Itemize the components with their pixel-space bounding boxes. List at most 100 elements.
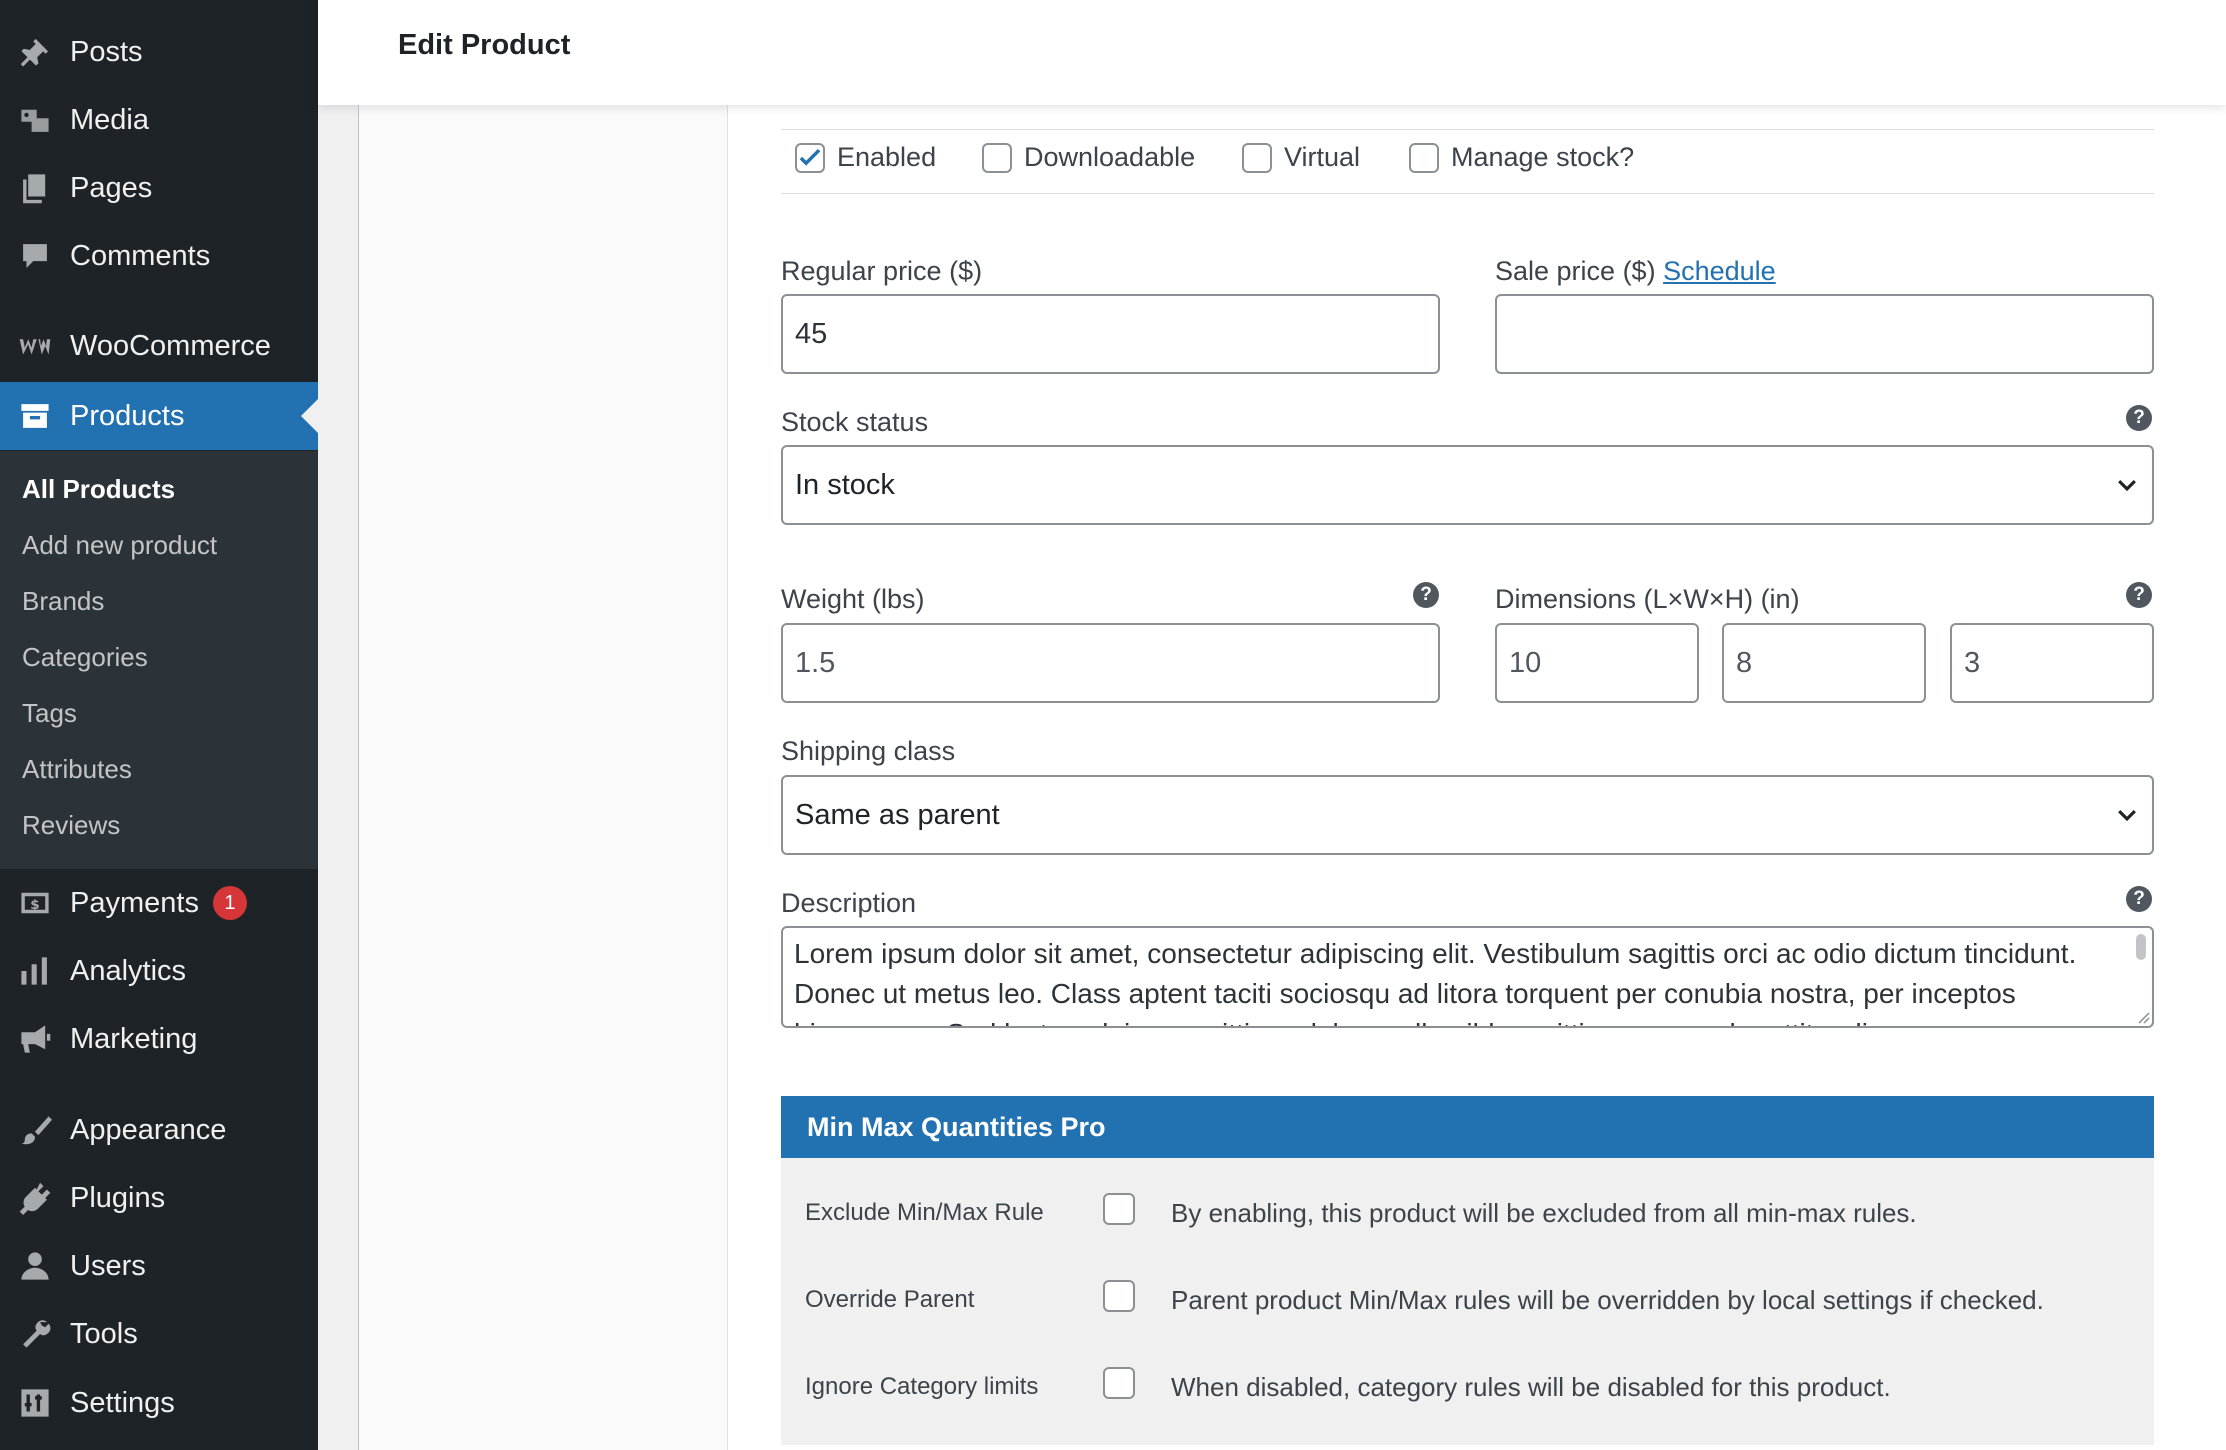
chevron-down-icon: [2118, 809, 2136, 822]
checkmark-icon: [799, 148, 821, 166]
stock-status-select[interactable]: In stock: [781, 445, 2154, 525]
submenu-brands[interactable]: Brands: [22, 586, 104, 617]
media-icon: [0, 103, 70, 137]
submenu-reviews[interactable]: Reviews: [22, 810, 120, 841]
regular-price-input[interactable]: 45: [781, 294, 1440, 374]
help-icon[interactable]: ?: [2126, 405, 2152, 431]
option-virtual[interactable]: Virtual: [1242, 142, 1360, 173]
description-label: Description: [781, 888, 917, 918]
ignore-category-description: When disabled, category rules will be di…: [1171, 1372, 1891, 1402]
sliders-icon: [0, 1386, 70, 1420]
override-parent-checkbox[interactable]: [1103, 1280, 1135, 1312]
menu-item-plugins[interactable]: Plugins: [0, 1164, 318, 1232]
ignore-category-label: Ignore Category limits: [805, 1373, 1039, 1400]
menu-item-marketing[interactable]: Marketing: [0, 1005, 318, 1073]
product-data-tabs: [358, 105, 728, 1450]
ignore-category-checkbox[interactable]: [1103, 1367, 1135, 1399]
schedule-link[interactable]: Schedule: [1663, 256, 1776, 286]
menu-item-settings[interactable]: Settings: [0, 1369, 318, 1437]
admin-sidebar: Posts Media Pages Comments WooCommerce P…: [0, 0, 318, 1450]
products-submenu: All Products Add new product Brands Cate…: [0, 451, 318, 869]
menu-label: Plugins: [70, 1181, 166, 1214]
virtual-label: Virtual: [1284, 142, 1361, 172]
override-parent-label: Override Parent: [805, 1286, 975, 1313]
notification-badge: 1: [212, 886, 247, 920]
menu-item-media[interactable]: Media: [0, 86, 318, 154]
option-manage-stock[interactable]: Manage stock?: [1409, 142, 1634, 173]
manage-stock-label: Manage stock?: [1451, 142, 1635, 172]
option-downloadable[interactable]: Downloadable: [982, 142, 1195, 173]
minmax-header: Min Max Quantities Pro: [781, 1096, 2154, 1158]
current-menu-arrow: [301, 399, 318, 433]
pin-icon: [0, 35, 70, 69]
resize-handle-icon[interactable]: [2134, 1008, 2150, 1024]
menu-label: Tools: [70, 1317, 138, 1350]
chevron-down-icon: [2118, 479, 2136, 492]
length-input[interactable]: 10: [1495, 623, 1699, 703]
menu-label: Analytics: [70, 954, 187, 987]
wrench-icon: [0, 1317, 70, 1351]
downloadable-label: Downloadable: [1024, 142, 1196, 172]
submenu-attributes[interactable]: Attributes: [22, 754, 132, 785]
menu-item-posts[interactable]: Posts: [0, 18, 318, 86]
menu-item-woocommerce[interactable]: WooCommerce: [0, 312, 318, 380]
dollar-icon: $: [0, 886, 70, 920]
menu-label: Comments: [70, 239, 211, 272]
submenu-all-products[interactable]: All Products: [22, 474, 175, 505]
enabled-label: Enabled: [837, 142, 937, 172]
menu-item-payments[interactable]: $ Payments 1: [0, 869, 318, 937]
paintbrush-icon: [0, 1113, 70, 1147]
menu-label: Appearance: [70, 1113, 227, 1146]
weight-input[interactable]: 1.5: [781, 623, 1440, 703]
menu-label: Products: [70, 399, 185, 432]
menu-label: Posts: [70, 35, 143, 68]
svg-text:$: $: [30, 897, 39, 913]
page-header: Edit Product: [318, 0, 2226, 105]
downloadable-checkbox[interactable]: [982, 142, 1012, 173]
menu-label: WooCommerce: [70, 329, 271, 362]
comment-icon: [0, 239, 70, 273]
sale-price-input[interactable]: [1495, 294, 2154, 374]
menu-item-comments[interactable]: Comments: [0, 222, 318, 290]
manage-stock-checkbox[interactable]: [1409, 142, 1439, 173]
menu-item-appearance[interactable]: Appearance: [0, 1096, 318, 1164]
submenu-tags[interactable]: Tags: [22, 698, 77, 729]
width-input[interactable]: 8: [1722, 623, 1926, 703]
help-icon[interactable]: ?: [2126, 582, 2152, 608]
shipping-class-select[interactable]: Same as parent: [781, 775, 2154, 855]
stock-status-value: In stock: [795, 468, 895, 501]
user-icon: [0, 1249, 70, 1283]
exclude-rule-checkbox[interactable]: [1103, 1193, 1135, 1225]
menu-item-analytics[interactable]: Analytics: [0, 937, 318, 1005]
shipping-class-label: Shipping class: [781, 736, 956, 766]
submenu-add-new-product[interactable]: Add new product: [22, 530, 217, 561]
height-input[interactable]: 3: [1950, 623, 2154, 703]
regular-price-label: Regular price ($): [781, 256, 983, 286]
menu-label: Settings: [70, 1386, 175, 1419]
minmax-body: Exclude Min/Max Rule By enabling, this p…: [781, 1158, 2154, 1445]
menu-item-products[interactable]: Products: [0, 382, 318, 450]
archive-icon: [0, 399, 70, 433]
menu-item-users[interactable]: Users: [0, 1232, 318, 1300]
menu-item-pages[interactable]: Pages: [0, 154, 318, 222]
submenu-categories[interactable]: Categories: [22, 642, 148, 673]
help-icon[interactable]: ?: [2126, 886, 2152, 912]
enabled-checkbox[interactable]: [795, 142, 825, 173]
pages-icon: [0, 171, 70, 205]
divider: [781, 193, 2154, 194]
stock-status-label: Stock status: [781, 407, 929, 437]
divider: [781, 129, 2154, 130]
menu-label: Pages: [70, 171, 153, 204]
menu-label: Payments: [70, 886, 199, 919]
menu-label: Media: [70, 103, 149, 136]
sale-price-label-row: Sale price ($) Schedule: [1495, 256, 1776, 287]
weight-label: Weight (lbs): [781, 584, 925, 614]
menu-item-tools[interactable]: Tools: [0, 1300, 318, 1368]
megaphone-icon: [0, 1022, 70, 1056]
virtual-checkbox[interactable]: [1242, 142, 1272, 173]
sale-price-label: Sale price ($): [1495, 256, 1656, 286]
scroll-thumb[interactable]: [2136, 934, 2146, 960]
description-textarea[interactable]: Lorem ipsum dolor sit amet, consectetur …: [781, 926, 2154, 1028]
option-enabled[interactable]: Enabled: [795, 142, 936, 173]
help-icon[interactable]: ?: [1413, 582, 1439, 608]
